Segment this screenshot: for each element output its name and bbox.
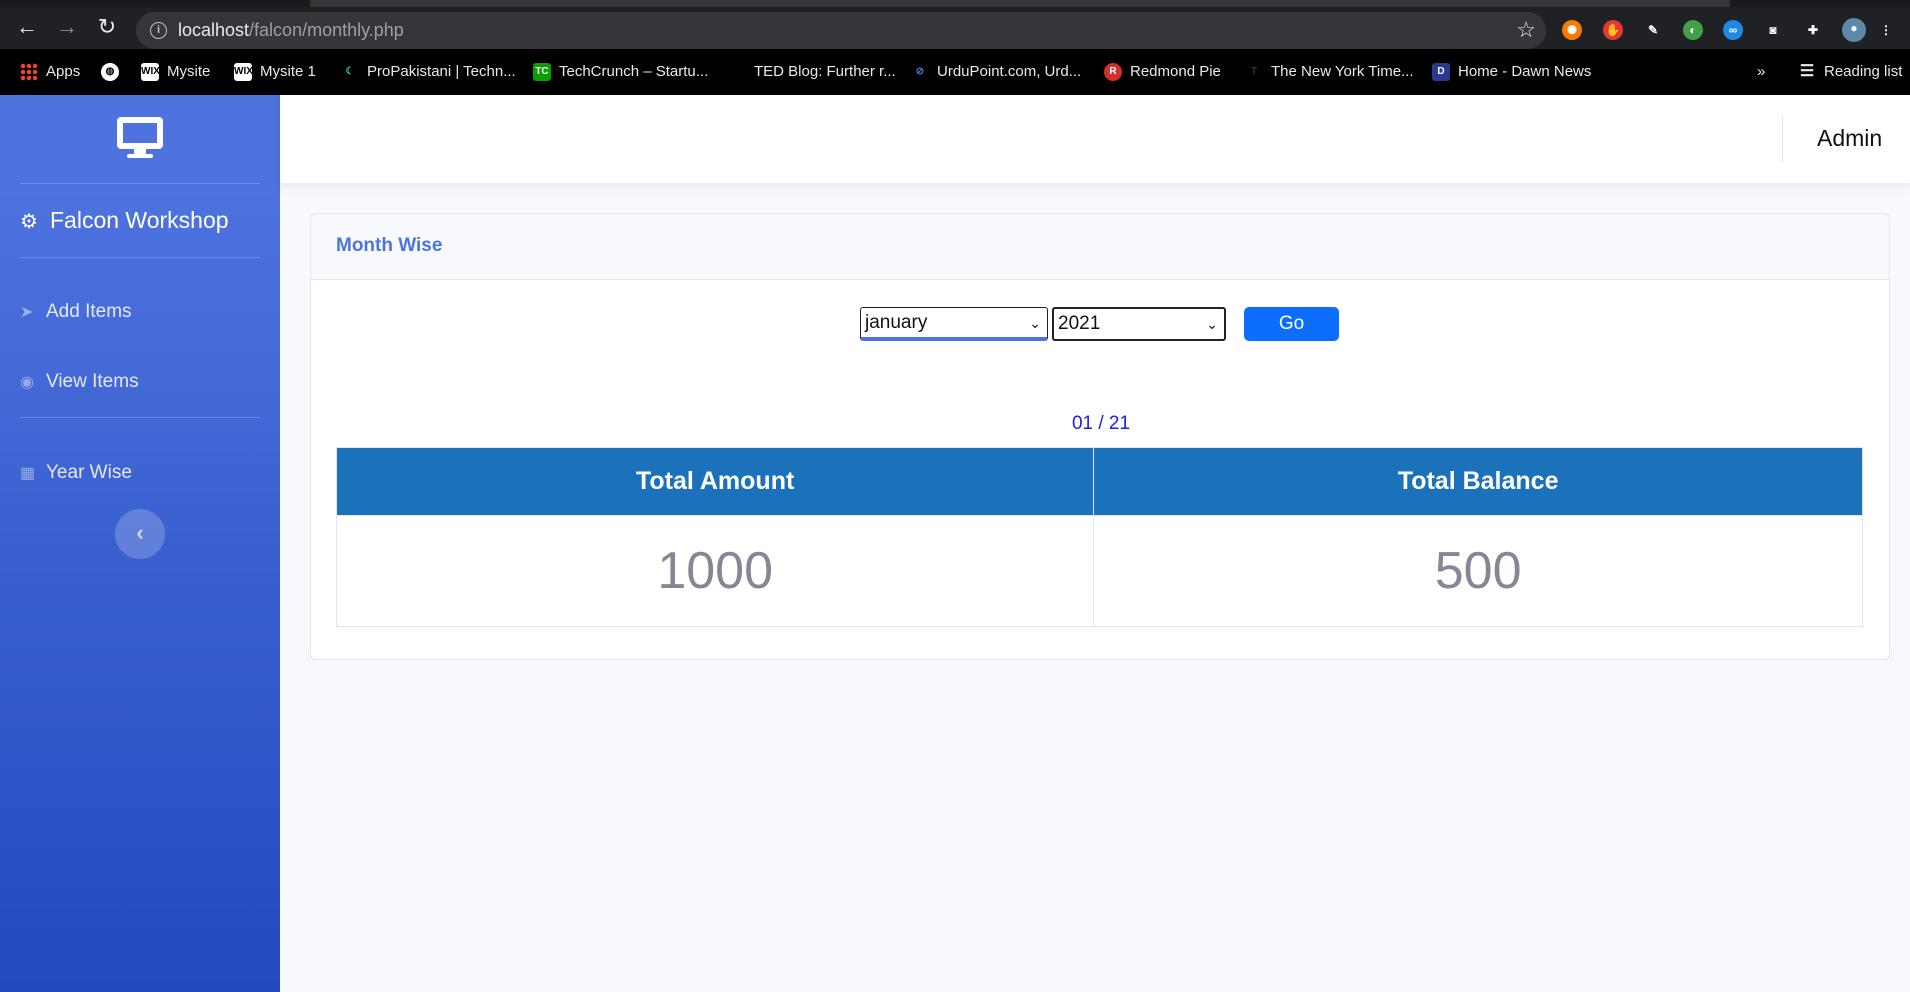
sidebar: ⚙ Falcon Workshop ➤ Add Items ◉ View Items … bbox=[0, 95, 280, 992]
bookmark-propakistani[interactable]: ☾ ProPakistani | Techn... bbox=[341, 62, 516, 82]
sidebar-item-label: View Items bbox=[46, 371, 139, 392]
address-bar[interactable]: i localhost/falcon/monthly.php ☆ bbox=[136, 12, 1546, 49]
forward-arrow-icon[interactable]: → bbox=[54, 14, 80, 40]
browser-menu-icon[interactable]: ⋮ bbox=[1880, 20, 1892, 40]
bookmark-label: Mysite bbox=[167, 63, 211, 80]
nyt-icon: T bbox=[1250, 66, 1258, 78]
extension-colorful-icon[interactable]: ◐ bbox=[1683, 20, 1703, 40]
extension-pen-icon[interactable]: ✎ bbox=[1643, 20, 1663, 40]
bookmark-label: Mysite 1 bbox=[260, 63, 316, 80]
column-header-total-balance: Total Balance bbox=[1093, 447, 1863, 516]
ted-icon bbox=[728, 63, 746, 81]
bookmark-label: TED Blog: Further r... bbox=[754, 63, 896, 80]
reload-icon[interactable]: ↻ bbox=[94, 14, 120, 40]
bookmark-mysite[interactable]: WIX Mysite bbox=[141, 62, 210, 82]
month-select-value: january bbox=[865, 312, 928, 333]
total-balance-value: 500 bbox=[1093, 515, 1863, 627]
tab-strip bbox=[0, 0, 1910, 7]
paper-plane-icon: ➤ bbox=[20, 304, 34, 321]
bookmark-label: Redmond Pie bbox=[1130, 63, 1221, 80]
bookmark-mysite-1[interactable]: WIX Mysite 1 bbox=[234, 62, 316, 82]
extension-adblock-icon[interactable]: ✋ bbox=[1603, 20, 1623, 40]
browser-toolbar: ← → ↻ i localhost/falcon/monthly.php ☆ ✺… bbox=[0, 0, 1910, 49]
table-header-row: Total Amount Total Balance bbox=[335, 447, 1863, 516]
user-menu[interactable]: Admin bbox=[1817, 125, 1882, 152]
redmond-pie-icon: R bbox=[1104, 63, 1122, 82]
period-label: 01 / 21 bbox=[1071, 413, 1131, 434]
profile-avatar[interactable]: ● bbox=[1842, 18, 1866, 42]
bookmark-ted[interactable]: TED Blog: Further r... bbox=[728, 62, 896, 82]
bookmark-label: ProPakistani | Techn... bbox=[367, 63, 516, 80]
reading-list-label: Reading list bbox=[1824, 63, 1903, 80]
sidebar-toggle-button[interactable]: ‹ bbox=[115, 509, 165, 559]
urdupoint-icon: ⊘ bbox=[915, 66, 925, 78]
bookmark-urdupoint[interactable]: ⊘ UrduPoint.com, Urd... bbox=[911, 62, 1081, 82]
chevron-down-icon: ⌄ bbox=[1206, 316, 1218, 332]
card-header: Month Wise bbox=[311, 214, 1889, 280]
reading-list-icon: ☰ bbox=[1799, 63, 1815, 81]
overflow-chevron-icon: » bbox=[1757, 63, 1766, 80]
wix-icon: WIX bbox=[234, 63, 253, 82]
techcrunch-icon: TC bbox=[533, 63, 551, 82]
month-select[interactable]: january ⌄ bbox=[860, 307, 1048, 341]
extension-camera-icon[interactable]: ◙ bbox=[1763, 20, 1783, 40]
desktop-icon[interactable] bbox=[117, 117, 163, 158]
total-amount-value: 1000 bbox=[335, 515, 1095, 627]
chevron-down-icon: ⌄ bbox=[1029, 315, 1041, 331]
wix-icon: WIX bbox=[141, 63, 160, 82]
bookmarks-overflow[interactable]: » bbox=[1757, 62, 1765, 82]
sidebar-divider bbox=[20, 417, 260, 418]
bookmark-dawn[interactable]: D Home - Dawn News bbox=[1432, 62, 1591, 82]
topbar: Admin bbox=[280, 95, 1910, 183]
sidebar-divider bbox=[20, 183, 260, 184]
propakistani-icon: ☾ bbox=[345, 66, 355, 78]
back-arrow-icon[interactable]: ← bbox=[14, 14, 40, 40]
bookmark-redmond-pie[interactable]: R Redmond Pie bbox=[1104, 62, 1221, 82]
bookmark-label: UrduPoint.com, Urd... bbox=[937, 63, 1082, 80]
url-host: localhost bbox=[178, 20, 250, 40]
globe-icon: ◍ bbox=[101, 63, 119, 82]
site-info-icon[interactable]: i bbox=[150, 22, 167, 39]
extension-infinity-icon[interactable]: ∞ bbox=[1723, 20, 1743, 40]
calculator-icon: ▦ bbox=[20, 465, 36, 482]
table-row: 1000 500 bbox=[335, 515, 1863, 627]
column-header-total-amount: Total Amount bbox=[335, 447, 1095, 516]
extension-rss-icon[interactable]: ✺ bbox=[1562, 20, 1582, 40]
sidebar-item-year-wise[interactable]: ▦ Year Wise bbox=[20, 462, 132, 484]
apps-grid-icon bbox=[20, 63, 38, 82]
active-tab-edge bbox=[310, 0, 1730, 7]
bookmark-label: Home - Dawn News bbox=[1458, 63, 1592, 80]
bookmark-apps[interactable]: Apps bbox=[20, 62, 80, 82]
year-select[interactable]: 2021 ⌄ bbox=[1052, 307, 1226, 341]
url-text[interactable]: localhost/falcon/monthly.php bbox=[178, 20, 404, 41]
sidebar-brand-label: Falcon Workshop bbox=[50, 207, 229, 233]
bookmark-star-icon[interactable]: ☆ bbox=[1516, 17, 1536, 43]
card-title: Month Wise bbox=[336, 235, 443, 256]
year-select-value: 2021 bbox=[1058, 313, 1101, 334]
url-path: /falcon/monthly.php bbox=[249, 20, 404, 40]
bookmark-label: Apps bbox=[46, 63, 81, 80]
sidebar-brand[interactable]: ⚙ Falcon Workshop bbox=[20, 207, 229, 234]
eye-icon: ◉ bbox=[20, 374, 34, 391]
sidebar-item-label: Year Wise bbox=[46, 462, 132, 483]
sidebar-item-view-items[interactable]: ◉ View Items bbox=[20, 371, 139, 393]
bookmark-techcrunch[interactable]: TC TechCrunch – Startu... bbox=[533, 62, 708, 82]
bookmark-label: TechCrunch – Startu... bbox=[559, 63, 709, 80]
go-button[interactable]: Go bbox=[1244, 307, 1339, 341]
dawn-icon: D bbox=[1432, 63, 1450, 82]
totals-table: Total Amount Total Balance 1000 500 bbox=[335, 447, 1863, 627]
sidebar-item-label: Add Items bbox=[46, 301, 132, 322]
bookmarks-bar: Apps ◍ WIX Mysite WIX Mysite 1 ☾ ProPakista… bbox=[0, 49, 1910, 95]
month-wise-card: Month Wise january ⌄ 2021 ⌄ Go 01 / 21 Tot… bbox=[310, 213, 1890, 660]
sidebar-item-add-items[interactable]: ➤ Add Items bbox=[20, 301, 132, 323]
extensions-puzzle-icon[interactable]: ✚ bbox=[1803, 20, 1823, 40]
reading-list[interactable]: ☰ Reading list bbox=[1798, 62, 1903, 82]
topbar-divider bbox=[1782, 115, 1783, 163]
bookmark-globe[interactable]: ◍ bbox=[101, 62, 127, 82]
bookmark-label: The New York Time... bbox=[1271, 63, 1414, 80]
bookmark-nyt[interactable]: T The New York Time... bbox=[1245, 62, 1414, 82]
cogs-icon: ⚙ bbox=[20, 211, 38, 233]
sidebar-divider bbox=[20, 257, 260, 258]
